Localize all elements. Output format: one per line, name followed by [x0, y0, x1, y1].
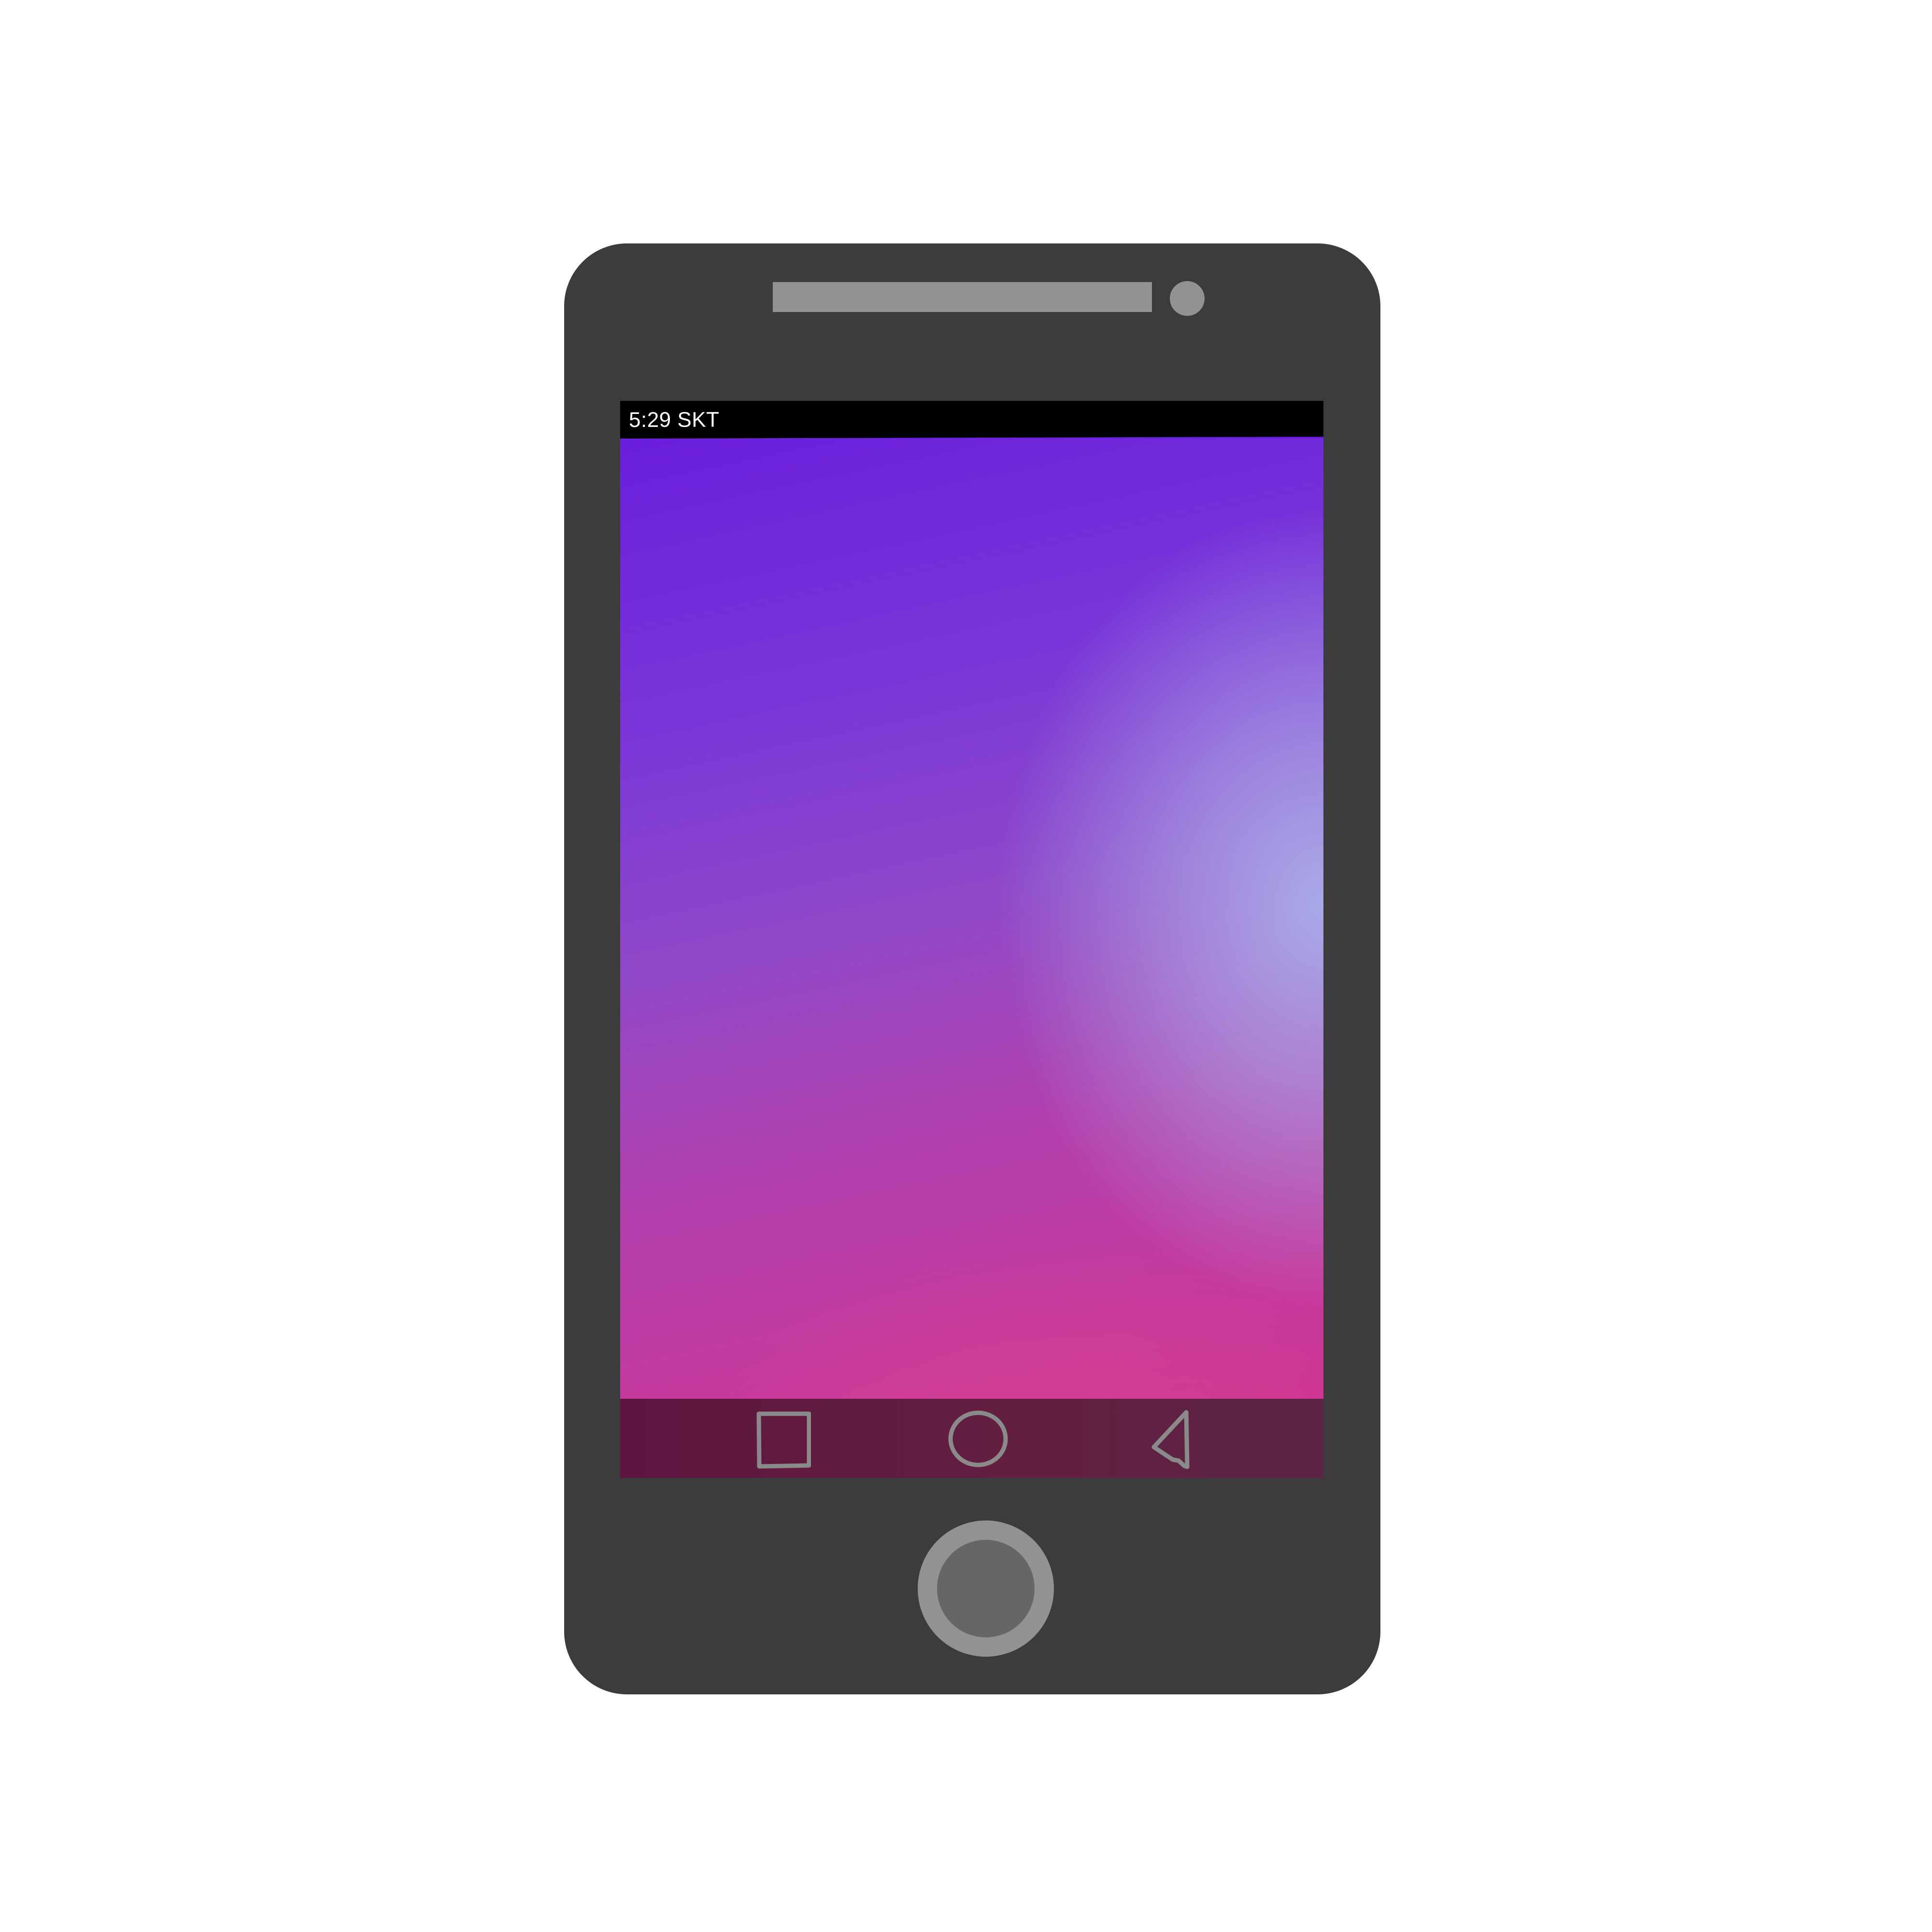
triangle-back-icon — [1151, 1410, 1190, 1469]
physical-home-button[interactable] — [918, 1520, 1054, 1657]
earpiece-speaker — [773, 282, 1152, 312]
navigation-bar — [620, 1399, 1323, 1478]
home-button-center — [937, 1540, 1035, 1637]
phone-screen: 5:29 SKT — [620, 401, 1323, 1478]
status-bar-text: 5:29 SKT — [629, 408, 720, 432]
back-nav-button[interactable] — [1138, 1407, 1201, 1470]
circle-home-icon — [948, 1410, 1008, 1467]
recent-apps-button[interactable] — [748, 1407, 811, 1470]
status-bar: 5:29 SKT — [620, 401, 1323, 439]
square-recent-apps-icon — [756, 1411, 811, 1469]
home-wallpaper — [620, 439, 1323, 1478]
home-nav-button[interactable] — [947, 1407, 1009, 1470]
front-camera-icon — [1170, 281, 1205, 316]
